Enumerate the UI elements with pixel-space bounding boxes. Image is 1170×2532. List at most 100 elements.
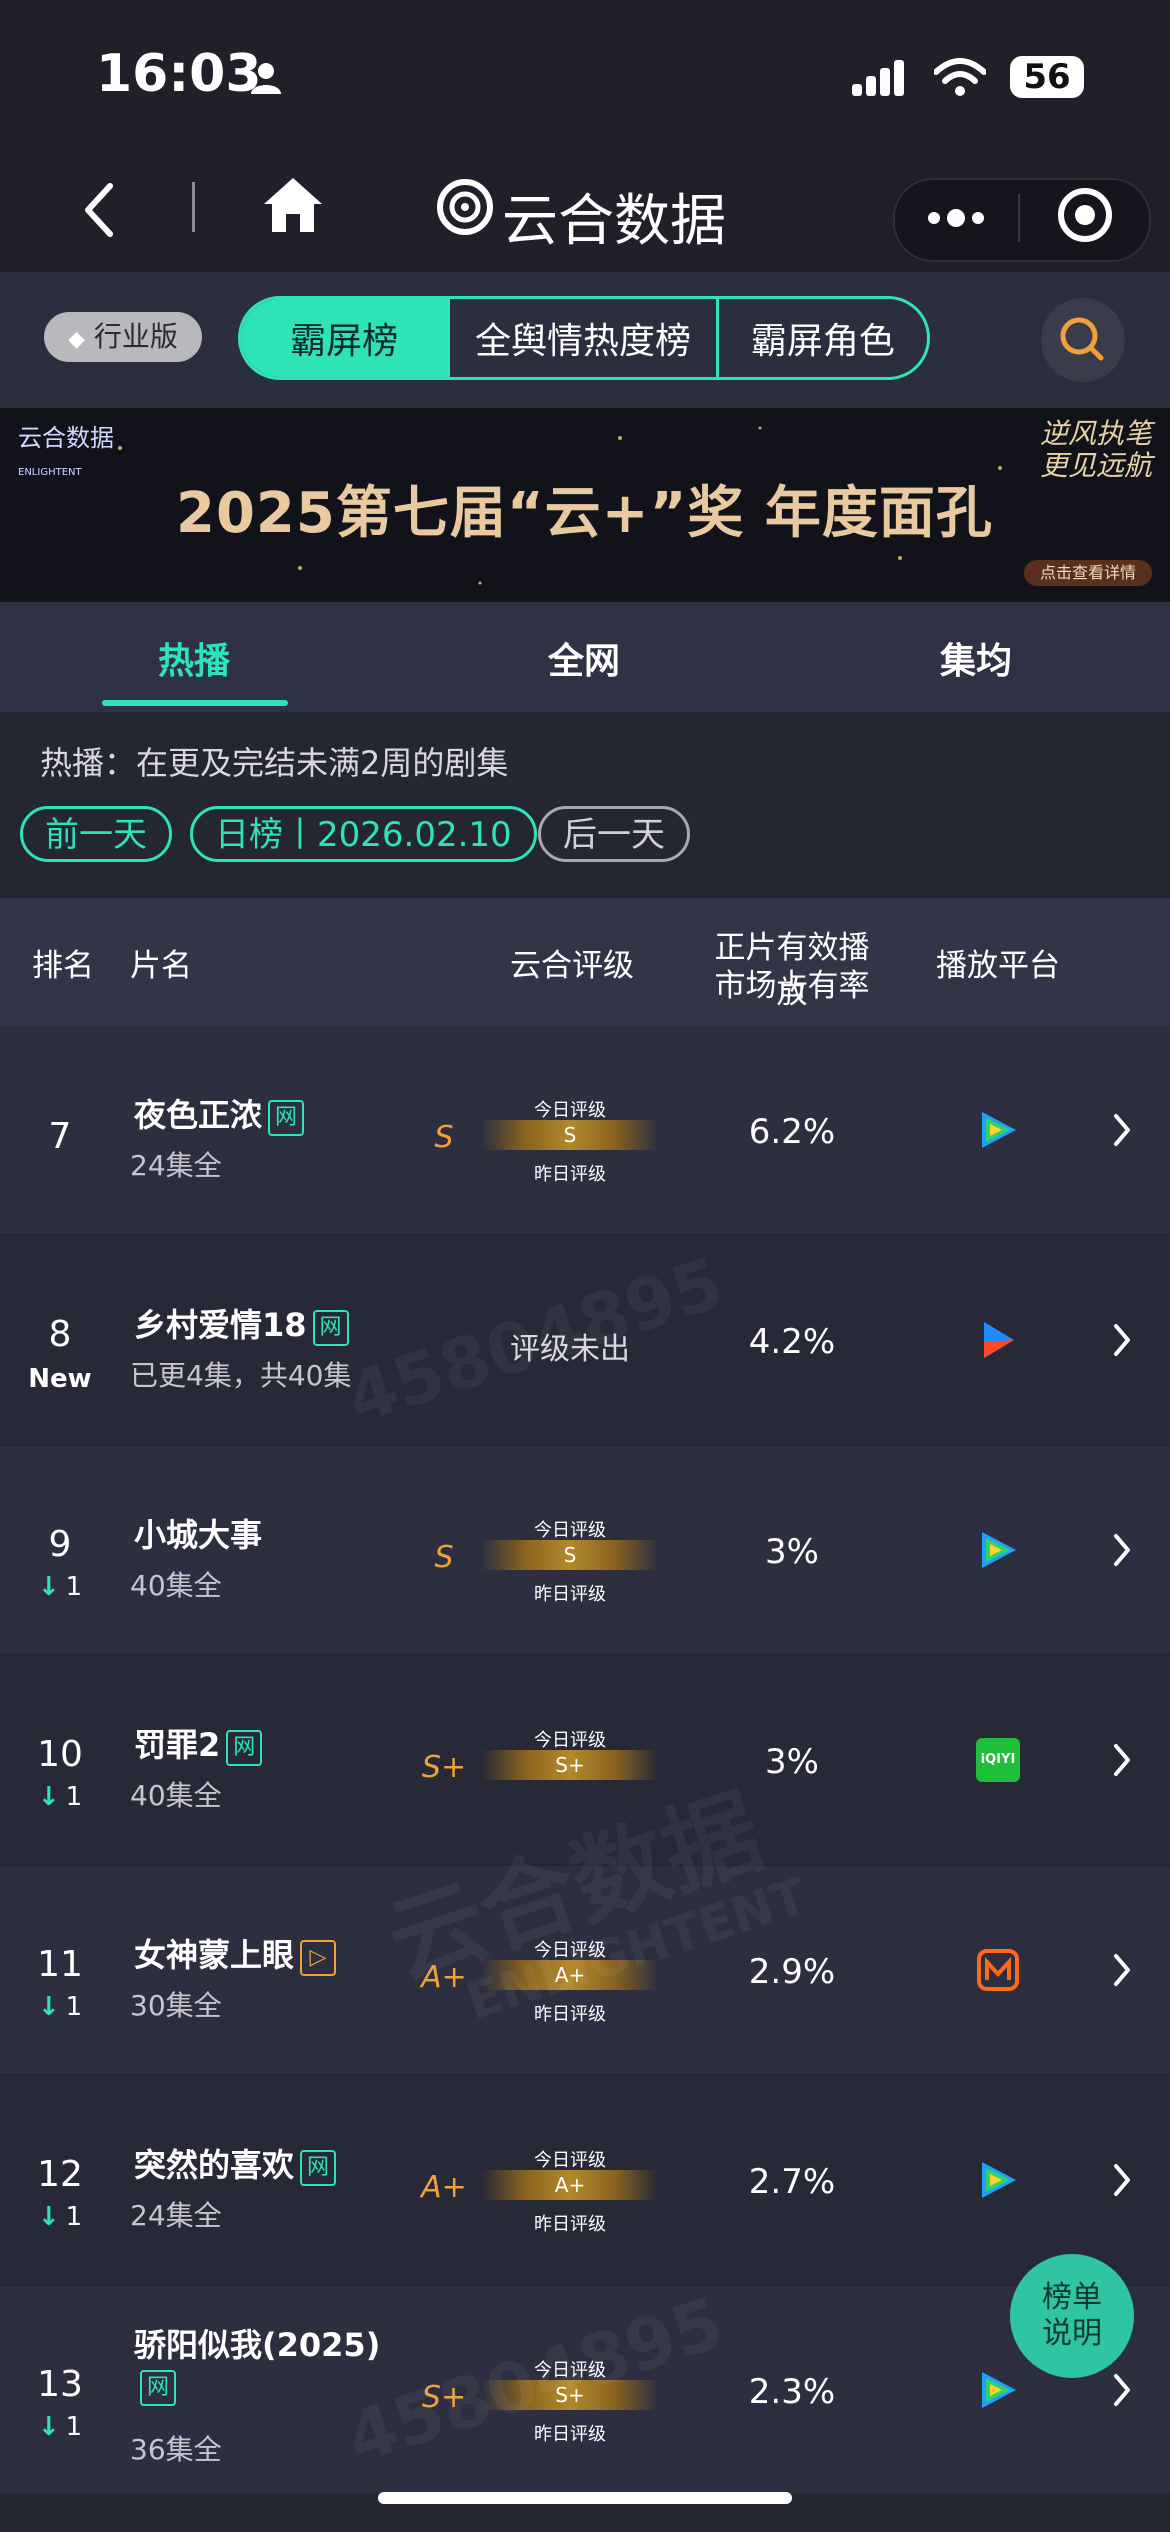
rating-grade: S	[434, 1540, 454, 1575]
tab-public-opinion[interactable]: 全舆情热度榜	[450, 299, 719, 377]
arrow-down-icon: ↓	[37, 1782, 60, 1812]
yesterday-rating-label: 昨日评级	[534, 1164, 606, 1185]
capsule-divider	[1018, 194, 1020, 242]
rank-change-value: 1	[65, 1572, 83, 1602]
rank-number: 9	[48, 1524, 72, 1565]
tab-episode-average[interactable]: 集均	[940, 632, 1012, 684]
show-title[interactable]: 突然的喜欢网	[134, 2140, 394, 2186]
rating-grade: S+	[421, 1750, 467, 1785]
banner-cta[interactable]: 点击查看详情	[1024, 560, 1152, 586]
show-title[interactable]: 罚罪2 网	[134, 1720, 394, 1766]
youku-icon	[976, 1318, 1020, 1362]
tab-baping-roles[interactable]: 霸屏角色	[719, 299, 927, 377]
chevron-right-icon[interactable]	[1110, 1740, 1134, 1784]
rank-number: 7	[48, 1116, 72, 1157]
chevron-right-icon[interactable]	[1110, 1110, 1134, 1154]
nav-divider	[192, 182, 195, 232]
market-share: 2.9%	[748, 1952, 836, 1992]
status-time: 16:03	[96, 44, 262, 104]
ranking-explanation-button[interactable]: 榜单 说明	[1010, 2254, 1134, 2378]
signal-icon	[852, 60, 908, 104]
back-icon[interactable]	[80, 180, 120, 244]
today-rating-label: 今日评级	[534, 1730, 606, 1751]
web-drama-badge: 网	[226, 1730, 263, 1766]
date-selector[interactable]: 日榜丨2026.02.10	[190, 806, 537, 862]
chevron-right-icon[interactable]	[1110, 2370, 1134, 2414]
active-tab-indicator	[102, 700, 288, 706]
list-description: 热播：在更及完结未满2周的剧集	[40, 744, 509, 782]
rank-change-value: 1	[65, 1992, 83, 2022]
show-title-text: 罚罪2	[134, 1726, 221, 1764]
tab-hot-airing[interactable]: 热播	[158, 632, 230, 684]
mango-tv-icon	[976, 1948, 1020, 1992]
next-day-button[interactable]: 后一天	[538, 806, 690, 862]
show-title-text: 突然的喜欢	[134, 2146, 295, 2184]
ranking-segment: 霸屏榜 全舆情热度榜 霸屏角色	[238, 296, 930, 380]
yesterday-rating-label: 昨日评级	[534, 2214, 606, 2235]
header-rank: 排名	[32, 948, 94, 984]
show-title[interactable]: 小城大事	[134, 1510, 394, 1556]
tab-all-network[interactable]: 全网	[548, 632, 620, 684]
rank-number: 8	[48, 1314, 72, 1355]
yesterday-rating-label: 昨日评级	[534, 1584, 606, 1605]
chevron-right-icon[interactable]	[1110, 2160, 1134, 2204]
home-icon[interactable]	[262, 176, 324, 238]
rank-change-value: 1	[65, 2202, 83, 2232]
play-badge-icon: ▷	[300, 1940, 337, 1976]
web-drama-badge: 网	[140, 2370, 176, 2406]
arrow-down-icon: ↓	[37, 2202, 60, 2232]
tencent-video-icon	[976, 1108, 1020, 1152]
chevron-right-icon[interactable]	[1110, 1320, 1134, 1364]
market-share: 4.2%	[748, 1322, 836, 1362]
rating-grade: S	[434, 1120, 454, 1155]
app-title: 云合数据	[502, 189, 726, 254]
rating-bar: A+	[482, 2170, 658, 2200]
rank-new-label: New	[28, 1364, 92, 1394]
rating-bar: S+	[482, 1750, 658, 1780]
banner-title: 2025第七届“云+”奖 年度面孔	[176, 481, 993, 546]
episode-count: 24集全	[130, 1149, 222, 1182]
rank-change: ↓ 1	[0, 1992, 120, 2022]
web-drama-badge: 网	[300, 2150, 337, 2186]
chevron-right-icon[interactable]	[1110, 1530, 1134, 1574]
today-rating-label: 今日评级	[534, 1100, 606, 1121]
battery-icon: 56	[1010, 56, 1084, 98]
yunhe-logo-icon	[436, 178, 494, 240]
header-rating: 云合评级	[510, 948, 634, 984]
rating-bar: S	[482, 1120, 658, 1150]
header-title: 片名	[130, 948, 192, 984]
industry-edition-button[interactable]: ◆ 行业版	[44, 312, 202, 362]
close-mini-program-icon[interactable]	[1056, 186, 1114, 248]
home-indicator	[378, 2492, 792, 2504]
show-title-text: 小城大事	[134, 1516, 263, 1554]
search-button[interactable]	[1041, 298, 1125, 382]
today-rating-label: 今日评级	[534, 2150, 606, 2171]
tab-baping[interactable]: 霸屏榜	[241, 299, 451, 377]
rank-number: 13	[37, 2364, 83, 2405]
banner-logo-text: 云合数据	[18, 424, 114, 452]
tencent-video-icon	[976, 2368, 1020, 2412]
show-title[interactable]: 骄阳似我(2025) 网	[134, 2320, 394, 2406]
rank-number: 11	[37, 1944, 83, 1985]
show-title[interactable]: 女神蒙上眼 ▷	[134, 1930, 394, 1976]
episode-count: 24集全	[130, 2199, 222, 2232]
episode-count: 36集全	[130, 2433, 222, 2466]
market-share: 3%	[765, 1532, 819, 1572]
rank-change: ↓ 1	[0, 2412, 120, 2442]
web-drama-badge: 网	[312, 1310, 349, 1346]
float-line1: 榜单	[1042, 2280, 1102, 2315]
banner-slogan: 逆风执笔 更见远航	[1040, 417, 1153, 482]
show-title[interactable]: 夜色正浓网	[134, 1090, 394, 1136]
rank-change-value: 1	[65, 1782, 83, 1812]
rank-change: ↓ 1	[0, 1572, 120, 1602]
show-title-text: 女神蒙上眼	[134, 1936, 295, 1974]
episode-count: 40集全	[130, 1779, 222, 1812]
more-icon[interactable]	[926, 200, 986, 240]
rank-change: ↓ 1	[0, 2202, 120, 2232]
show-title[interactable]: 乡村爱情18 网	[134, 1300, 394, 1346]
diamond-icon: ◆	[68, 327, 85, 352]
rating-bar: S	[482, 1540, 658, 1570]
prev-day-button[interactable]: 前一天	[20, 806, 172, 862]
tencent-video-icon	[976, 1528, 1020, 1572]
chevron-right-icon[interactable]	[1110, 1950, 1134, 1994]
